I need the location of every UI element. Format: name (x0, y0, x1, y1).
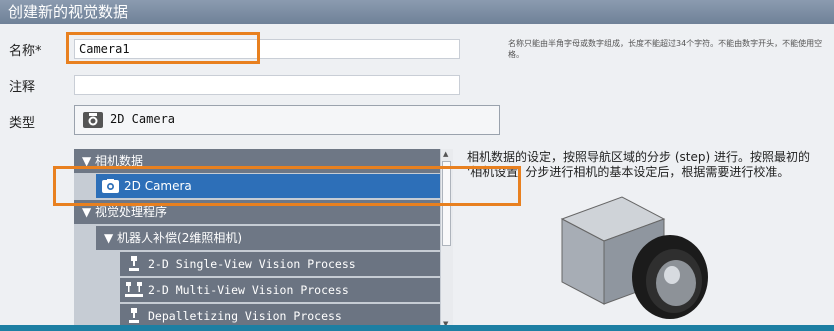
vision-process-icon (129, 256, 139, 271)
type-label: 类型 (9, 116, 36, 131)
comment-field[interactable] (74, 75, 460, 95)
selected-item-highlight (53, 166, 521, 206)
camera-icon (83, 112, 103, 128)
vision-process-icon (129, 308, 139, 323)
tree-item-label: 2-D Multi-View Vision Process (148, 283, 349, 297)
window-title: 创建新的视觉数据 (0, 0, 834, 24)
type-display[interactable]: 2D Camera (74, 105, 500, 135)
type-description: 相机数据的设定，按照导航区域的分步 (step) 进行。按照最初的 '相机设置'… (467, 150, 810, 179)
create-vision-data-form: 名称* Camera1 名称只能由半角字母或数字组成，长度不能超过34个字符。不… (0, 24, 834, 331)
type-value: 2D Camera (110, 112, 176, 126)
tree-item-label: Depalletizing Vision Process (148, 309, 342, 323)
multi-view-process-icon (125, 282, 143, 297)
tree-item-multi-view[interactable]: 2-D Multi-View Vision Process (120, 278, 440, 302)
tree-item-single-view[interactable]: 2-D Single-View Vision Process (120, 252, 440, 276)
tree-item-label: 2-D Single-View Vision Process (148, 257, 356, 271)
tree-category-robot-compensation[interactable]: ▼ 机器人补偿(2维照相机) (96, 226, 440, 250)
camera-illustration (560, 196, 708, 319)
bottom-status-bar (0, 325, 834, 331)
name-hint: 名称只能由半角字母或数字组成，长度不能超过34个字符。不能由数字开头，不能使用空… (508, 39, 823, 59)
comment-label: 注释 (9, 80, 36, 95)
name-label: 名称* (9, 44, 42, 59)
scroll-up-icon[interactable]: ▲ (443, 150, 448, 158)
name-field-highlight (66, 32, 260, 64)
